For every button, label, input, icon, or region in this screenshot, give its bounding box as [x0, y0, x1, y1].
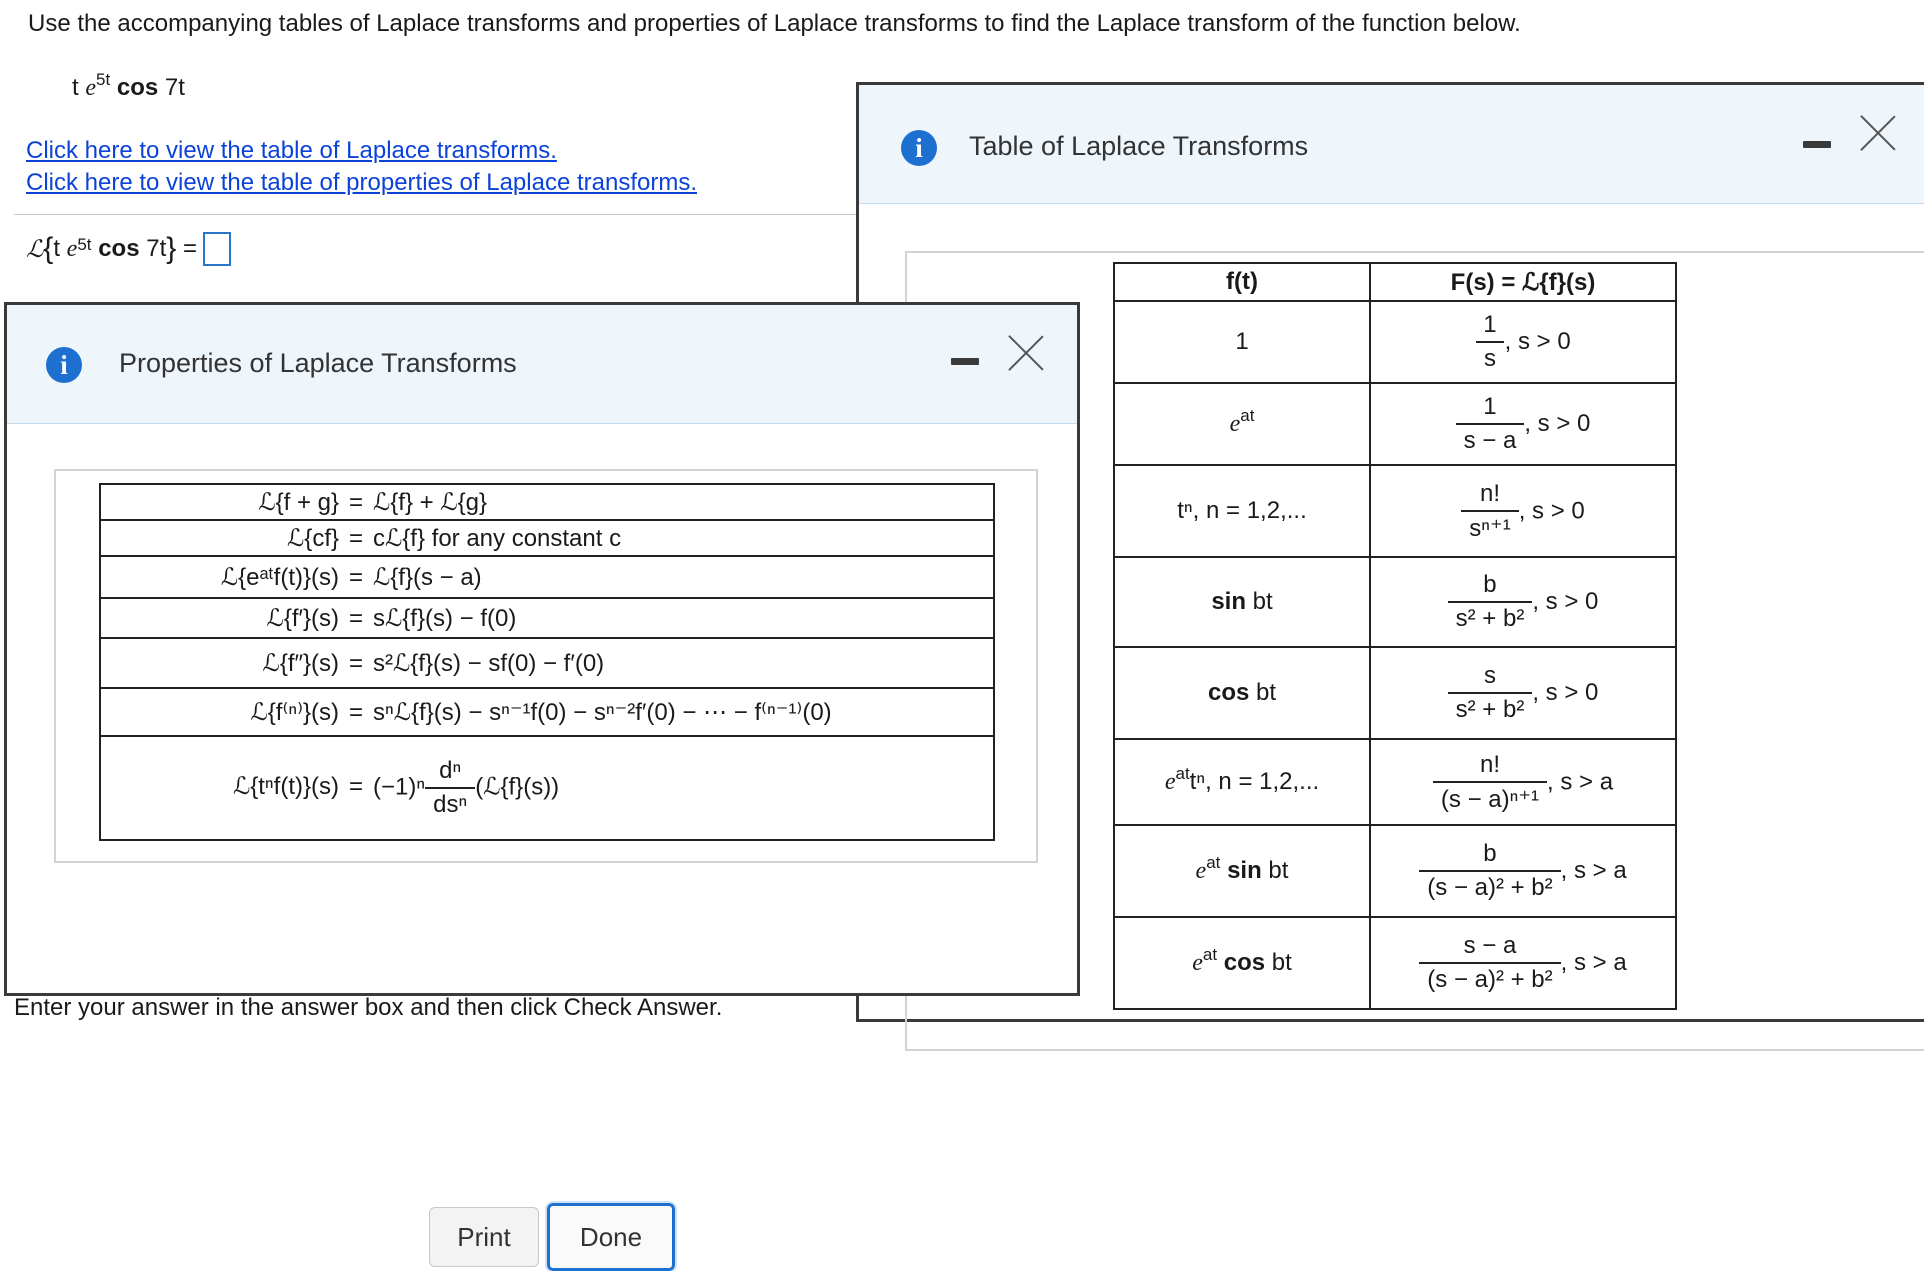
- dialog-header: i Properties of Laplace Transforms: [7, 305, 1077, 424]
- minimize-icon[interactable]: [1803, 141, 1831, 148]
- laplace-table: f(t) F(s) = ℒ{f}(s) 1 1s, s > 0 eat 1s −…: [1113, 262, 1677, 1010]
- property-row: ℒ{f′}(s) = sℒ{f}(s) − f(0): [99, 597, 995, 639]
- property-row: ℒ{f″}(s) = s²ℒ{f}(s) − sf(0) − f′(0): [99, 637, 995, 689]
- table-row: 1 1s, s > 0: [1113, 300, 1677, 384]
- answer-row: ℒ { t e 5t cos 7t } =: [26, 232, 231, 266]
- dialog-title: Properties of Laplace Transforms: [119, 348, 517, 378]
- table-row: eat 1s − a, s > 0: [1113, 382, 1677, 466]
- bottom-instruction: Enter your answer in the answer box and …: [14, 994, 723, 1021]
- answer-input[interactable]: [202, 232, 231, 266]
- print-button[interactable]: Print: [429, 1207, 539, 1267]
- property-row: ℒ{tⁿf(t)}(s) = (−1)ⁿ dⁿ dsⁿ (ℒ{f}(s)): [99, 735, 995, 841]
- header-ft: f(t): [1113, 262, 1371, 302]
- question-instruction: Use the accompanying tables of Laplace t…: [28, 10, 1521, 37]
- table-row: eat sin bt b (s − a)² + b², s > a: [1113, 824, 1677, 918]
- properties-dialog: i Properties of Laplace Transforms ℒ{f +…: [4, 302, 1080, 1271]
- table-row: eattⁿ, n = 1,2,... n! (s − a)ⁿ⁺¹, s > a: [1113, 738, 1677, 826]
- property-row: ℒ{eᵃᵗf(t)}(s) = ℒ{f}(s − a): [99, 555, 995, 599]
- info-icon: i: [901, 130, 937, 166]
- properties-table: ℒ{f + g} = ℒ{f} + ℒ{g} ℒ{cf} = cℒ{f} for any…: [99, 483, 995, 841]
- link-laplace-table[interactable]: Click here to view the table of Laplace …: [26, 137, 557, 165]
- link-properties-table[interactable]: Click here to view the table of properti…: [26, 169, 697, 197]
- dialog-title: Table of Laplace Transforms: [969, 131, 1309, 161]
- table-row: sin bt b s² + b², s > 0: [1113, 556, 1677, 648]
- dialog-header: i Table of Laplace Transforms: [859, 85, 1924, 204]
- property-row: ℒ{cf} = cℒ{f} for any constant c: [99, 519, 995, 557]
- function-expression: t e5t cos 7t: [72, 70, 185, 101]
- close-icon[interactable]: [1860, 115, 1896, 151]
- info-icon: i: [46, 347, 82, 383]
- close-icon[interactable]: [1008, 335, 1044, 371]
- property-row: ℒ{f + g} = ℒ{f} + ℒ{g}: [99, 483, 995, 521]
- header-Fs: F(s) = ℒ{f}(s): [1369, 262, 1677, 302]
- done-button[interactable]: Done: [545, 1201, 677, 1271]
- table-row: tⁿ, n = 1,2,... n! sⁿ⁺¹, s > 0: [1113, 464, 1677, 558]
- minimize-icon[interactable]: [951, 358, 979, 365]
- table-row: cos bt s s² + b², s > 0: [1113, 646, 1677, 740]
- divider: [14, 214, 864, 215]
- property-row: ℒ{f⁽ⁿ⁾}(s) = sⁿℒ{f}(s) − sⁿ⁻¹f(0) − sⁿ⁻²f′…: [99, 687, 995, 737]
- table-row: eat cos bt s − a (s − a)² + b², s > a: [1113, 916, 1677, 1010]
- table-header-row: f(t) F(s) = ℒ{f}(s): [1113, 262, 1677, 302]
